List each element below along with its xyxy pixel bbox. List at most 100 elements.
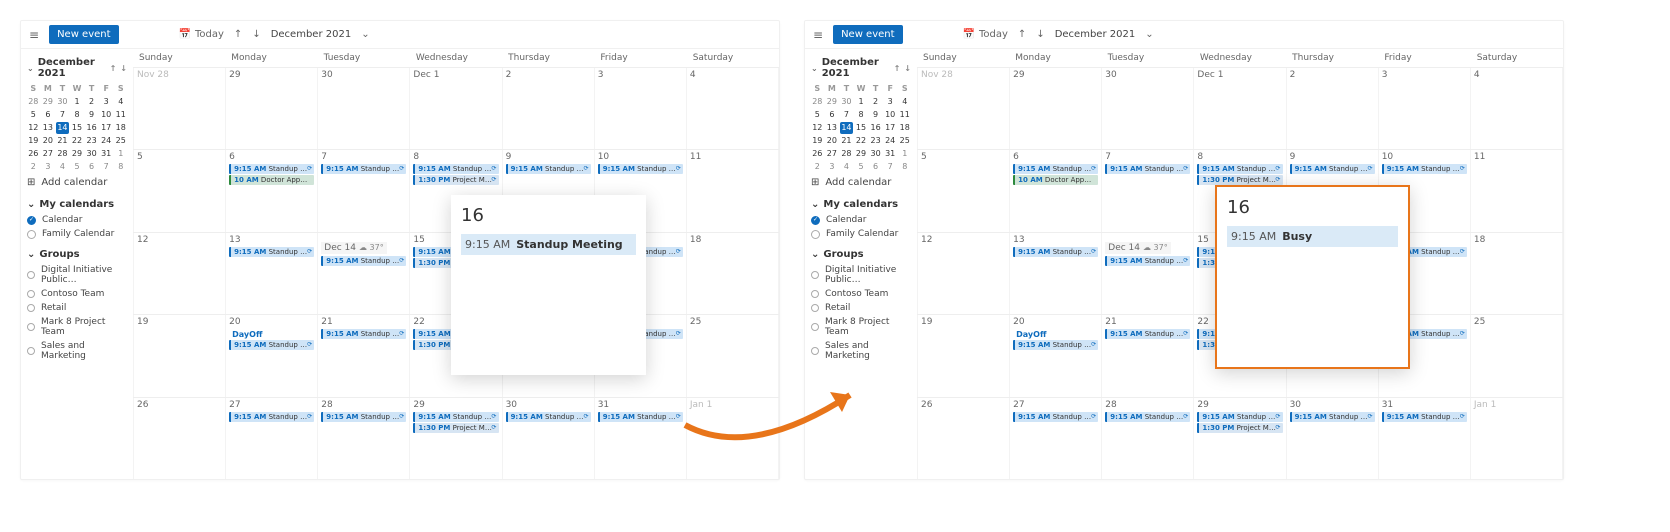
mini-day[interactable]: 28 (27, 96, 40, 108)
peek-event[interactable]: 9:15 AM Standup Meeting (461, 234, 636, 255)
day-cell[interactable]: 26 (133, 398, 226, 479)
group-item[interactable]: Retail (811, 301, 911, 315)
day-cell[interactable]: 5 (917, 150, 1010, 231)
day-cell[interactable]: 289:15 AM Standup Meeting⟳ (1102, 398, 1194, 479)
event-chip[interactable]: 9:15 AM Standup Meeting⟳ (598, 164, 683, 174)
today-button[interactable]: 📅 Today (179, 29, 224, 40)
day-cell[interactable]: 20DayOff9:15 AM Standup Meeting⟳ (1010, 315, 1102, 396)
hamburger-icon[interactable]: ≡ (29, 28, 39, 42)
mini-day[interactable]: 24 (100, 135, 113, 147)
mini-day[interactable]: 9 (85, 109, 98, 121)
mini-day[interactable]: 1 (855, 96, 868, 108)
calendar-item[interactable]: Calendar (811, 213, 911, 227)
event-chip[interactable]: 9:15 AM Standup Meeting⟳ (229, 412, 314, 422)
mini-day[interactable]: 15 (855, 122, 868, 134)
group-item[interactable]: Retail (27, 301, 127, 315)
mini-day[interactable]: 30 (869, 148, 882, 160)
event-chip[interactable]: 9:15 AM Standup Meeting⟳ (1105, 256, 1190, 266)
day-cell[interactable]: 309:15 AM Standup Meeting⟳ (503, 398, 595, 479)
mini-day[interactable]: 7 (840, 109, 853, 121)
event-chip[interactable]: 1:30 PM Project Meeting⟳ (413, 423, 498, 433)
day-cell[interactable]: 5 (133, 150, 226, 231)
mini-day[interactable]: 27 (42, 148, 55, 160)
event-chip[interactable]: 9:15 AM Standup Meeting⟳ (413, 164, 498, 174)
calendar-item[interactable]: Family Calendar (811, 227, 911, 241)
day-cell[interactable]: 3 (595, 68, 687, 149)
prev-month-icon[interactable]: ↑ (1018, 29, 1026, 40)
mini-day[interactable]: 20 (42, 135, 55, 147)
mini-day[interactable]: 1 (114, 148, 127, 160)
mini-day[interactable]: 29 (855, 148, 868, 160)
mini-day[interactable]: 29 (71, 148, 84, 160)
mini-day[interactable]: 8 (898, 161, 911, 173)
mini-prev-icon[interactable]: ↑ (894, 64, 901, 73)
day-cell[interactable]: 2 (1287, 68, 1379, 149)
group-item[interactable]: Digital Initiative Public… (811, 263, 911, 287)
event-chip[interactable]: 9:15 AM Standup Meeting⟳ (321, 256, 406, 266)
mini-next-icon[interactable]: ↓ (904, 64, 911, 73)
event-chip[interactable]: 9:15 AM Standup Meeting⟳ (1013, 340, 1098, 350)
event-chip[interactable]: 9:15 AM Standup Meeting⟳ (1105, 164, 1190, 174)
day-cell[interactable]: 30 (318, 68, 410, 149)
event-chip[interactable]: 9:15 AM Standup Meeting⟳ (1105, 329, 1190, 339)
event-chip[interactable]: 1:30 PM Project Meeting⟳ (1197, 175, 1282, 185)
group-item[interactable]: Digital Initiative Public… (27, 263, 127, 287)
mini-day[interactable]: 21 (56, 135, 69, 147)
event-chip[interactable]: 9:15 AM Standup Meeting⟳ (321, 329, 406, 339)
day-cell[interactable]: 20DayOff9:15 AM Standup Meeting⟳ (226, 315, 318, 396)
mini-day[interactable]: 2 (811, 161, 824, 173)
event-chip[interactable]: 1:30 PM Project Meeting⟳ (1197, 423, 1282, 433)
mini-day[interactable]: 27 (826, 148, 839, 160)
mini-day[interactable]: 1 (898, 148, 911, 160)
day-cell[interactable]: 19 (917, 315, 1010, 396)
mini-day[interactable]: 21 (840, 135, 853, 147)
day-cell[interactable]: 319:15 AM Standup Meeting⟳ (1379, 398, 1471, 479)
mini-day[interactable]: 25 (898, 135, 911, 147)
mini-month-header[interactable]: ⌄ December 2021 ↑↓ (27, 57, 127, 79)
allday-event[interactable]: DayOff (229, 329, 314, 340)
mini-day[interactable]: 8 (114, 161, 127, 173)
radio-icon[interactable] (811, 290, 819, 298)
add-calendar-button[interactable]: ⊞ Add calendar (811, 174, 911, 191)
mini-day[interactable]: 4 (840, 161, 853, 173)
day-cell[interactable]: 26 (917, 398, 1010, 479)
day-cell[interactable]: 25 (1471, 315, 1563, 396)
mini-day[interactable]: 17 (884, 122, 897, 134)
event-chip[interactable]: 9:15 AM Standup Meeting⟳ (1382, 164, 1467, 174)
mini-day[interactable]: 20 (826, 135, 839, 147)
mini-day[interactable]: 5 (855, 161, 868, 173)
event-chip[interactable]: 9:15 AM Standup Meeting⟳ (1013, 247, 1098, 257)
mini-next-icon[interactable]: ↓ (120, 64, 127, 73)
hamburger-icon[interactable]: ≡ (813, 28, 823, 42)
group-item[interactable]: Contoso Team (811, 287, 911, 301)
mini-day[interactable]: 8 (855, 109, 868, 121)
event-chip[interactable]: 9:15 AM Standup Meeting⟳ (229, 164, 314, 174)
event-chip[interactable]: 9:15 AM Standup Meeting⟳ (1197, 164, 1282, 174)
mini-day[interactable]: 12 (811, 122, 824, 134)
day-cell[interactable]: 25 (687, 315, 779, 396)
mini-day[interactable]: 24 (884, 135, 897, 147)
mini-month-header[interactable]: ⌄ December 2021 ↑↓ (811, 57, 911, 79)
calendar-item[interactable]: Family Calendar (27, 227, 127, 241)
event-chip[interactable]: 10 AM Doctor Appointment (1013, 175, 1098, 185)
group-item[interactable]: Contoso Team (27, 287, 127, 301)
mini-day[interactable]: 5 (71, 161, 84, 173)
event-chip[interactable]: 9:15 AM Standup Meeting⟳ (506, 412, 591, 422)
day-cell[interactable]: Jan 1 (1471, 398, 1563, 479)
mini-day[interactable]: 26 (27, 148, 40, 160)
day-cell[interactable]: 18 (687, 233, 779, 314)
groups-header[interactable]: ⌄Groups (27, 249, 127, 260)
event-chip[interactable]: 9:15 AM Standup Meeting⟳ (413, 412, 498, 422)
day-cell[interactable]: Nov 28 (917, 68, 1010, 149)
mini-day[interactable]: 19 (811, 135, 824, 147)
day-cell[interactable]: 319:15 AM Standup Meeting⟳ (595, 398, 687, 479)
event-chip[interactable]: 9:15 AM Standup Meeting⟳ (229, 340, 314, 350)
day-cell[interactable]: 11 (687, 150, 779, 231)
mini-day[interactable]: 18 (114, 122, 127, 134)
mini-day[interactable]: 4 (898, 96, 911, 108)
mini-day[interactable]: 7 (884, 161, 897, 173)
mini-day[interactable]: 8 (71, 109, 84, 121)
mini-day[interactable]: 3 (884, 96, 897, 108)
mini-day[interactable]: 11 (114, 109, 127, 121)
day-cell[interactable]: 279:15 AM Standup Meeting⟳ (1010, 398, 1102, 479)
